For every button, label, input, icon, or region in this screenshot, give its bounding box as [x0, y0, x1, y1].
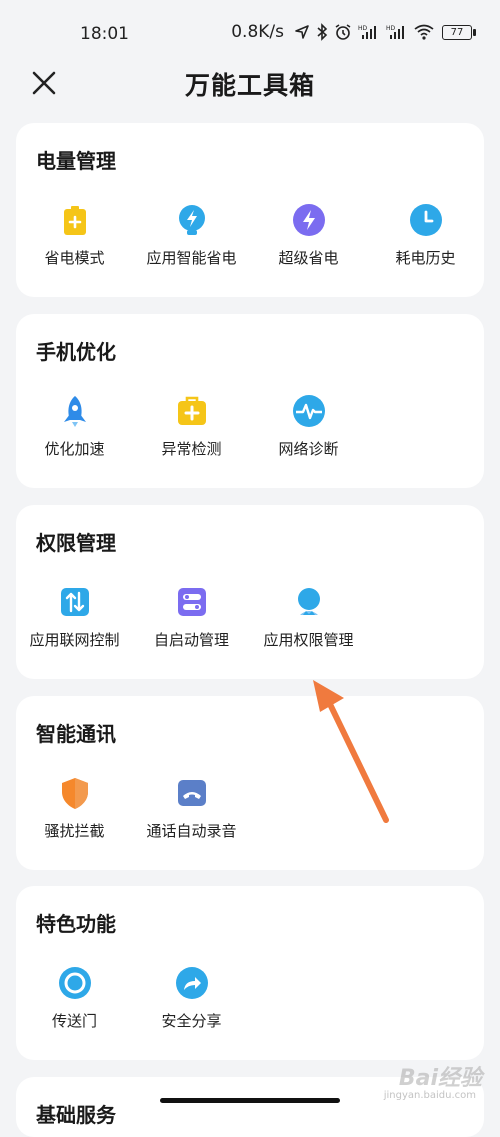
toggle-icon	[177, 588, 206, 616]
gesture-handle[interactable]	[160, 1098, 340, 1103]
tool-secure-share[interactable]: 安全分享	[133, 966, 250, 1036]
signal-hd-1-icon: HD	[358, 24, 380, 40]
location-icon	[294, 24, 310, 40]
tool-label: 超级省电	[278, 249, 339, 267]
alarm-icon	[334, 23, 352, 41]
tool-label: 网络诊断	[278, 440, 339, 458]
section-power-management: 电量管理 省电模式 应用智能省电 超级省电 耗电历史	[16, 123, 484, 297]
medkit-icon	[177, 396, 206, 425]
section-title: 权限管理	[36, 531, 116, 555]
shield-person-icon	[297, 588, 320, 615]
share-icon	[175, 967, 208, 999]
section-title: 智能通讯	[36, 722, 116, 746]
tool-optimize-speedup[interactable]: 优化加速	[16, 394, 133, 464]
tool-app-smart-saving[interactable]: 应用智能省电	[133, 203, 250, 273]
signal-hd-2-icon: HD	[386, 24, 408, 40]
tool-autostart-management[interactable]: 自启动管理	[133, 585, 250, 655]
rocket-icon	[63, 396, 86, 427]
section-title: 电量管理	[36, 149, 116, 173]
status-icons: 0.8K/s HD HD 77	[231, 22, 476, 42]
updown-arrows-icon	[60, 588, 89, 616]
tool-portal[interactable]: 传送门	[16, 966, 133, 1036]
battery-plus-icon	[63, 206, 86, 235]
watermark-url: jingyan.baidu.com	[383, 1090, 476, 1101]
tool-power-history[interactable]: 耗电历史	[367, 203, 484, 273]
network-speed: 0.8K/s	[231, 22, 284, 42]
page-title: 万能工具箱	[184, 71, 315, 100]
tool-label: 自启动管理	[153, 631, 229, 649]
section-title: 特色功能	[36, 912, 116, 936]
bolt-circle-icon	[292, 204, 325, 236]
title-bar: 万能工具箱	[0, 56, 500, 110]
status-time: 18:01	[80, 24, 129, 44]
shield-icon	[61, 778, 88, 809]
phone-record-icon	[177, 780, 206, 806]
section-featured-functions: 特色功能 传送门 安全分享	[16, 886, 484, 1060]
battery-icon: 77	[442, 24, 476, 40]
tool-label: 骚扰拦截	[44, 822, 105, 840]
section-permission-management: 权限管理 应用联网控制 自启动管理 应用权限管理	[16, 505, 484, 679]
tool-anomaly-detection[interactable]: 异常检测	[133, 394, 250, 464]
tool-label: 应用联网控制	[29, 631, 120, 649]
bulb-bolt-icon	[178, 205, 205, 235]
tool-label: 异常检测	[161, 440, 222, 458]
svg-text:HD: HD	[386, 25, 396, 32]
tool-label: 传送门	[51, 1012, 97, 1030]
tool-label: 优化加速	[44, 440, 105, 458]
tool-label: 通话自动录音	[146, 822, 237, 840]
tool-harassment-block[interactable]: 骚扰拦截	[16, 776, 133, 846]
svg-text:HD: HD	[358, 25, 368, 32]
tool-label: 省电模式	[44, 249, 105, 267]
tool-label: 耗电历史	[395, 249, 456, 267]
watermark-logo: Bai经验	[398, 1066, 482, 1091]
tool-network-diagnosis[interactable]: 网络诊断	[250, 394, 367, 464]
pulse-icon	[292, 395, 325, 427]
wifi-icon	[414, 24, 434, 40]
section-smart-communication: 智能通讯 骚扰拦截 通话自动录音	[16, 696, 484, 870]
section-title: 基础服务	[36, 1103, 116, 1127]
section-phone-optimization: 手机优化 优化加速 异常检测 网络诊断	[16, 314, 484, 488]
tool-label: 应用权限管理	[263, 631, 354, 649]
tool-app-permission-management[interactable]: 应用权限管理	[250, 585, 367, 655]
clock-icon	[409, 204, 442, 236]
tool-power-saving-mode[interactable]: 省电模式	[16, 203, 133, 273]
bluetooth-icon	[316, 23, 328, 41]
tool-label: 应用智能省电	[146, 249, 237, 267]
section-title: 手机优化	[36, 340, 116, 364]
tool-call-auto-record[interactable]: 通话自动录音	[133, 776, 250, 846]
tool-app-network-control[interactable]: 应用联网控制	[16, 585, 133, 655]
tool-super-saving[interactable]: 超级省电	[250, 203, 367, 273]
tool-label: 安全分享	[161, 1012, 222, 1030]
portal-ring-icon	[58, 967, 91, 999]
